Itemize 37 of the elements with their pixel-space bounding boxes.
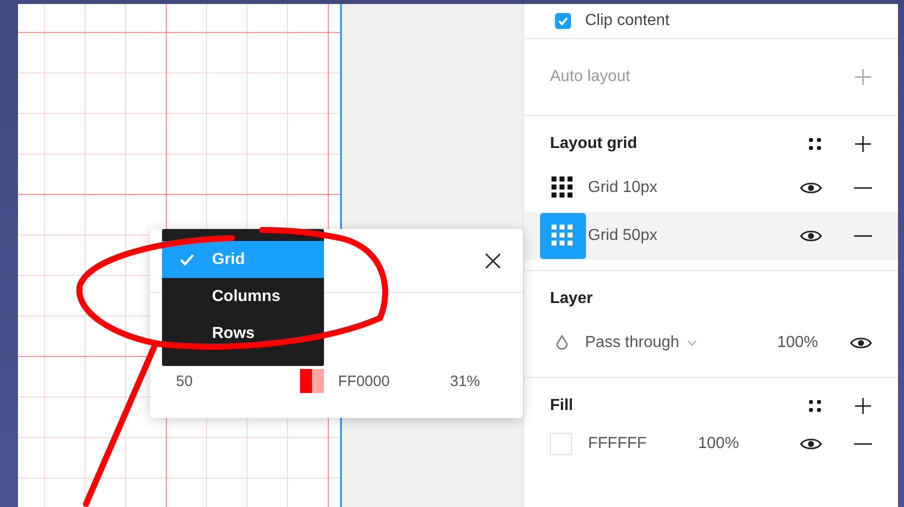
section-title: Layout grid [550, 135, 638, 153]
drop-icon [555, 335, 569, 351]
menu-item[interactable]: Columns [162, 278, 324, 315]
color-swatch[interactable] [300, 369, 324, 393]
check-icon [557, 15, 569, 27]
styles-icon[interactable] [808, 399, 822, 413]
plus-icon[interactable] [854, 397, 872, 415]
eye-icon[interactable] [850, 336, 872, 350]
color-swatch[interactable] [550, 433, 572, 455]
menu-item[interactable]: Rows [162, 315, 324, 352]
eye-icon[interactable] [800, 181, 822, 195]
chevron-icon[interactable] [687, 340, 698, 346]
close-icon[interactable] [485, 252, 501, 268]
blend-mode-dropdown[interactable]: Pass through [585, 334, 778, 352]
plus-icon[interactable] [854, 135, 872, 153]
opacity-value[interactable]: 31% [450, 372, 480, 390]
section-title: Auto layout [550, 68, 630, 86]
clip-content-label: Clip content [585, 12, 670, 30]
hex-value[interactable]: FFFFFF [588, 435, 698, 453]
grid-layer-row[interactable]: Grid 50px [524, 212, 898, 260]
eye-icon[interactable] [800, 437, 822, 451]
eye-icon[interactable] [800, 229, 822, 243]
checkbox[interactable] [555, 13, 571, 29]
grid-layer-row[interactable]: Grid 10px [524, 164, 898, 212]
minus-icon[interactable] [854, 442, 872, 446]
opacity-value[interactable]: 100% [777, 334, 818, 352]
minus-icon[interactable] [854, 186, 872, 190]
section-title: Layer [550, 290, 593, 308]
grid-name: Grid 50px [588, 227, 658, 245]
grid-size-value[interactable]: 50 [176, 372, 300, 390]
styles-icon[interactable] [808, 137, 822, 151]
grid-name: Grid 10px [588, 179, 658, 197]
opacity-value[interactable]: 100% [698, 435, 800, 453]
minus-icon[interactable] [854, 234, 872, 238]
section-title: Fill [550, 397, 574, 415]
check-icon [180, 254, 194, 266]
hex-value[interactable]: FF0000 [338, 372, 450, 390]
